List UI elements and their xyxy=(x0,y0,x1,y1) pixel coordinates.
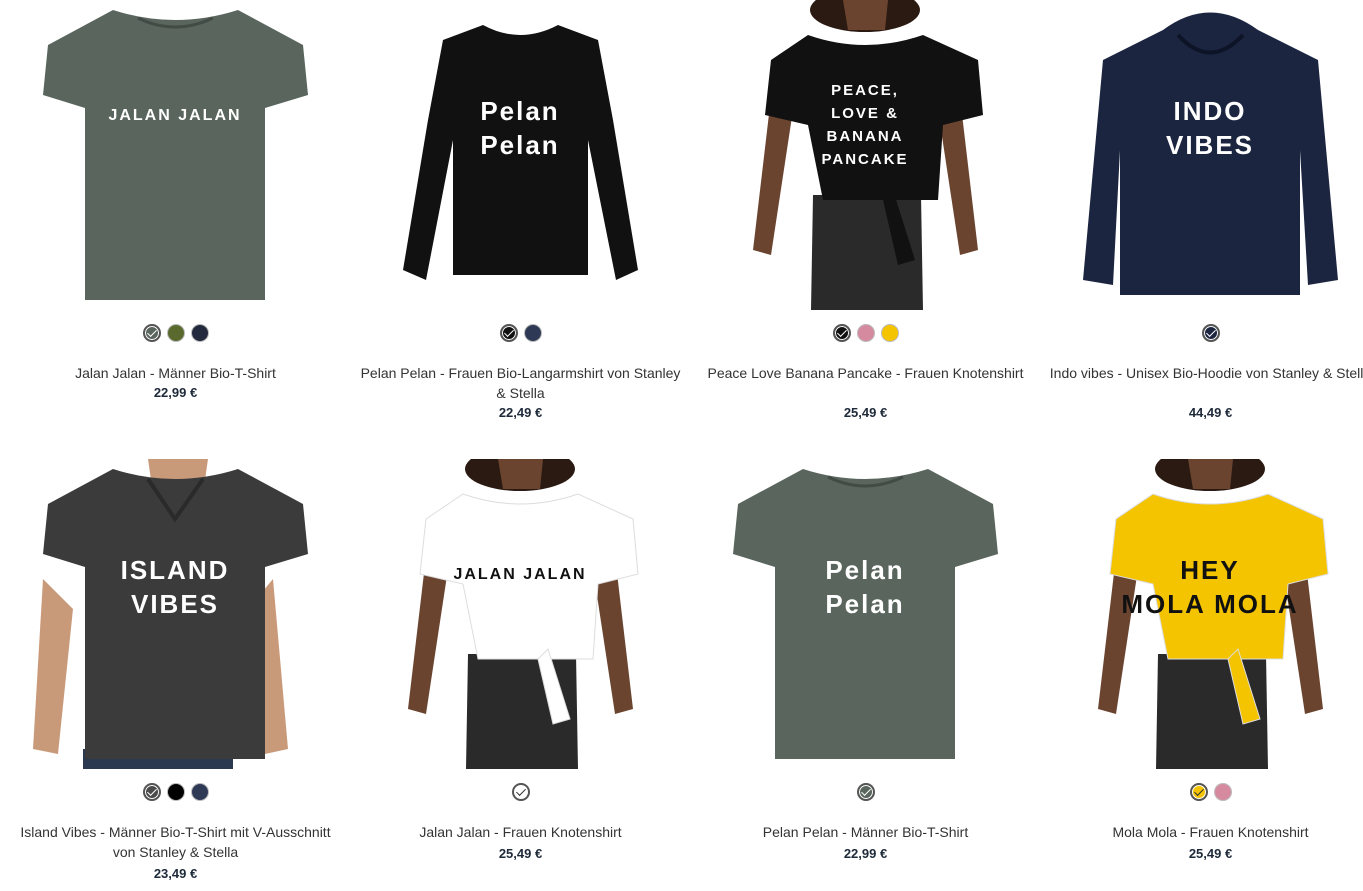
svg-text:Pelan: Pelan xyxy=(480,130,559,160)
product-title[interactable]: Peace Love Banana Pancake - Frauen Knote… xyxy=(693,363,1038,383)
color-swatches xyxy=(1038,783,1363,803)
product-title[interactable]: Jalan Jalan - Männer Bio-T-Shirt xyxy=(3,363,348,383)
check-icon xyxy=(146,786,157,796)
print-design: JALAN JALAN xyxy=(108,107,241,124)
color-swatch[interactable] xyxy=(166,783,185,801)
product-price: 44,49 € xyxy=(1188,405,1233,420)
svg-text:ISLAND: ISLAND xyxy=(121,555,230,585)
check-icon xyxy=(860,786,871,796)
svg-text:LOVE &: LOVE & xyxy=(831,105,899,122)
color-swatch[interactable] xyxy=(832,324,851,342)
print-design: JALAN JALAN xyxy=(453,566,586,583)
color-swatch[interactable] xyxy=(190,783,209,801)
color-swatches xyxy=(693,783,1038,803)
product-image[interactable]: Pelan Pelan xyxy=(693,459,1038,769)
color-swatch[interactable] xyxy=(142,783,161,801)
color-swatch[interactable] xyxy=(166,324,185,342)
product-price: 25,49 € xyxy=(843,405,888,420)
color-swatches xyxy=(693,324,1038,344)
svg-text:Pelan: Pelan xyxy=(825,555,904,585)
svg-text:BANANA: BANANA xyxy=(827,128,904,145)
svg-text:INDO: INDO xyxy=(1174,96,1247,126)
color-swatch[interactable] xyxy=(499,324,518,342)
svg-text:MOLA MOLA: MOLA MOLA xyxy=(1121,589,1298,619)
color-swatch[interactable] xyxy=(1201,324,1220,342)
svg-text:VIBES: VIBES xyxy=(1166,130,1254,160)
color-swatch[interactable] xyxy=(190,324,209,342)
product-price: 25,49 € xyxy=(498,846,543,861)
check-icon xyxy=(836,327,847,337)
check-icon xyxy=(1193,786,1204,796)
color-swatch[interactable] xyxy=(856,324,875,342)
color-swatch[interactable] xyxy=(523,324,542,342)
check-icon xyxy=(146,327,157,337)
product-title[interactable]: Jalan Jalan - Frauen Knotenshirt xyxy=(348,822,693,842)
color-swatch[interactable] xyxy=(1213,783,1232,801)
product-price: 22,49 € xyxy=(498,405,543,420)
color-swatches xyxy=(3,783,348,803)
product-title[interactable]: Indo vibes - Unisex Bio-Hoodie von Stanl… xyxy=(1038,363,1363,383)
product-image[interactable]: JALAN JALAN xyxy=(3,0,348,310)
product-title[interactable]: Pelan Pelan - Männer Bio-T-Shirt xyxy=(693,822,1038,842)
product-price: 23,49 € xyxy=(153,866,198,881)
product-title[interactable]: Mola Mola - Frauen Knotenshirt xyxy=(1038,822,1363,842)
color-swatch[interactable] xyxy=(1189,783,1208,801)
check-icon xyxy=(1205,327,1216,337)
color-swatches xyxy=(3,324,348,344)
check-icon xyxy=(503,327,514,337)
svg-text:VIBES: VIBES xyxy=(131,589,219,619)
product-image[interactable]: HEY MOLA MOLA xyxy=(1038,459,1363,769)
product-image[interactable]: JALAN JALAN xyxy=(348,459,693,769)
svg-text:HEY: HEY xyxy=(1180,555,1239,585)
svg-text:Pelan: Pelan xyxy=(825,589,904,619)
color-swatches xyxy=(348,324,693,344)
product-title[interactable]: Pelan Pelan - Frauen Bio-Langarmshirt vo… xyxy=(348,363,693,403)
color-swatch[interactable] xyxy=(511,783,530,801)
color-swatches xyxy=(348,783,693,803)
product-price: 22,99 € xyxy=(153,385,198,400)
product-image[interactable]: PEACE, LOVE & BANANA PANCAKE xyxy=(693,0,1038,310)
svg-text:JALAN JALAN: JALAN JALAN xyxy=(108,107,241,124)
color-swatches xyxy=(1038,324,1363,344)
product-image[interactable]: INDO VIBES xyxy=(1038,0,1363,310)
product-image[interactable]: Pelan Pelan xyxy=(348,0,693,310)
svg-text:PEACE,: PEACE, xyxy=(831,82,899,99)
color-swatch[interactable] xyxy=(856,783,875,801)
svg-text:JALAN JALAN: JALAN JALAN xyxy=(453,566,586,583)
check-icon xyxy=(515,786,526,796)
product-price: 22,99 € xyxy=(843,846,888,861)
product-image[interactable]: ISLAND VIBES xyxy=(3,459,348,769)
color-swatch[interactable] xyxy=(142,324,161,342)
color-swatch[interactable] xyxy=(880,324,899,342)
product-price: 25,49 € xyxy=(1188,846,1233,861)
svg-text:Pelan: Pelan xyxy=(480,96,559,126)
svg-text:PANCAKE: PANCAKE xyxy=(821,151,908,168)
product-title[interactable]: Island Vibes - Männer Bio-T-Shirt mit V-… xyxy=(3,822,348,862)
